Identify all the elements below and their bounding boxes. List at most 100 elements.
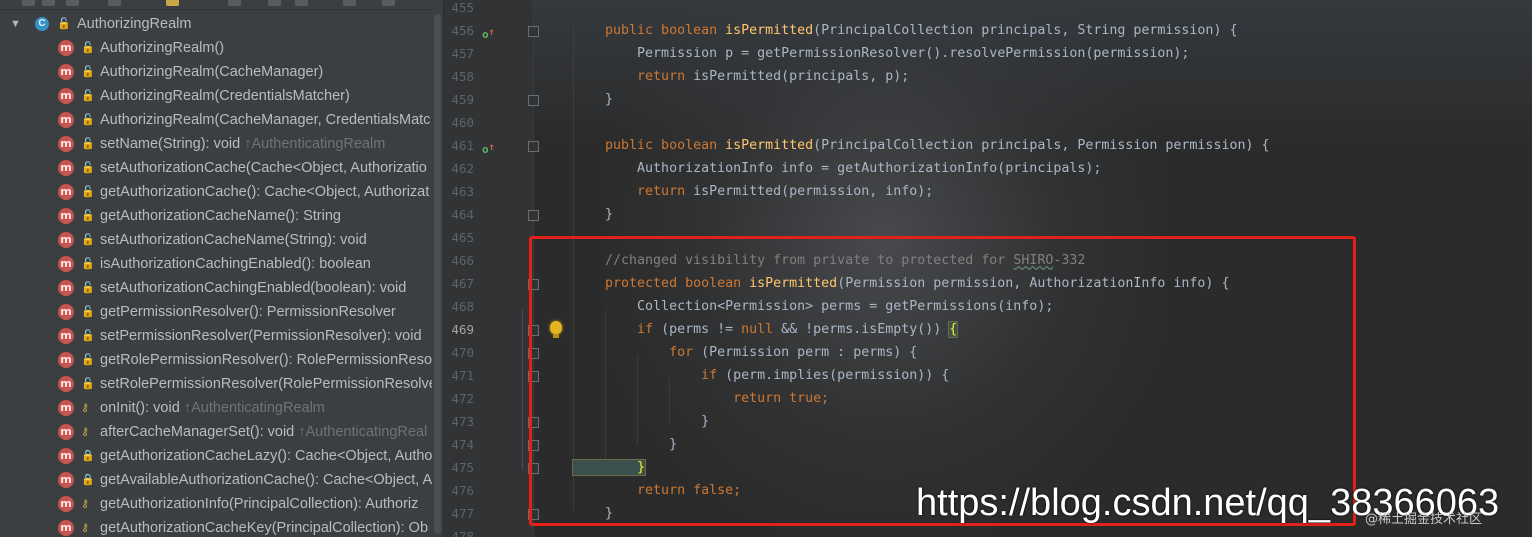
toolbar-button[interactable] bbox=[22, 0, 35, 6]
tree-item-method[interactable]: m 🔒 getAuthorizationCacheLazy(): Cache<Obj… bbox=[0, 444, 443, 468]
code-line[interactable]: 469 if (perms != null && !perms.isEmpty(… bbox=[444, 318, 1532, 341]
fold-marker-icon[interactable] bbox=[528, 26, 539, 37]
code-line[interactable]: 468 Collection<Permission> perms = getPe… bbox=[444, 295, 1532, 318]
method-icon: m bbox=[58, 400, 74, 416]
method-icon: m bbox=[58, 208, 74, 224]
method-signature-text: getAuthorizationInfo(PrincipalCollection… bbox=[100, 496, 419, 512]
tree-item-method[interactable]: m ⚷ getAuthorizationInfo(PrincipalCollecti… bbox=[0, 492, 443, 516]
fold-marker-icon[interactable] bbox=[528, 279, 539, 290]
code-token: (Permission perm : perms) { bbox=[701, 345, 918, 360]
line-number: 463 bbox=[451, 184, 474, 199]
fold-marker-icon[interactable] bbox=[528, 371, 539, 382]
line-number: 457 bbox=[451, 46, 474, 61]
toolbar-button[interactable] bbox=[382, 0, 395, 6]
toolbar-button[interactable] bbox=[66, 0, 79, 6]
code-line[interactable]: 471 if (perm.implies(permission)) { bbox=[444, 364, 1532, 387]
toolbar-button[interactable] bbox=[166, 0, 179, 6]
tree-item-method[interactable]: m 🔓 getAuthorizationCacheName(): String bbox=[0, 204, 443, 228]
code-line[interactable]: 456 o↑ public boolean isPermitted(Princip… bbox=[444, 19, 1532, 42]
tree-item-method[interactable]: m 🔓 AuthorizingRealm(CredentialsMatcher) bbox=[0, 84, 443, 108]
fold-marker-icon[interactable] bbox=[528, 509, 539, 520]
tree-item-method[interactable]: m 🔓 getRolePermissionResolver(): RolePermi… bbox=[0, 348, 443, 372]
tree-item-method[interactable]: m 🔓 AuthorizingRealm() bbox=[0, 36, 443, 60]
tree-item-method[interactable]: m 🔓 setAuthorizationCachingEnabled(boolean… bbox=[0, 276, 443, 300]
toolbar-button[interactable] bbox=[268, 0, 281, 6]
code-line[interactable]: 472 return true; bbox=[444, 387, 1532, 410]
tree-item-method[interactable]: m 🔓 setName(String): void ↑AuthenticatingR… bbox=[0, 132, 443, 156]
method-signature-text: getAuthorizationCacheLazy(): Cache<Objec… bbox=[100, 448, 433, 464]
code-line[interactable]: 459 } bbox=[444, 88, 1532, 111]
fold-marker-icon[interactable] bbox=[528, 440, 539, 451]
tree-item-method[interactable]: m 🔓 getPermissionResolver(): PermissionRes… bbox=[0, 300, 443, 324]
method-icon: m bbox=[58, 448, 74, 464]
tree-item-method[interactable]: m ⚷ afterCacheManagerSet(): void ↑Authenti… bbox=[0, 420, 443, 444]
code-line[interactable]: 461 o↑ public boolean isPermitted(Princip… bbox=[444, 134, 1532, 157]
code-line[interactable]: 463 return isPermitted(permission, info)… bbox=[444, 180, 1532, 203]
tree-item-method[interactable]: m 🔓 AuthorizingRealm(CacheManager, Credent… bbox=[0, 108, 443, 132]
fold-marker-icon[interactable] bbox=[528, 417, 539, 428]
tree-item-method[interactable]: m 🔓 setPermissionResolver(PermissionResolv… bbox=[0, 324, 443, 348]
tree-item-method[interactable]: m 🔒 getAvailableAuthorizationCache(): Cach… bbox=[0, 468, 443, 492]
code-token: } bbox=[573, 207, 614, 222]
structure-scrollbar-thumb[interactable] bbox=[434, 14, 441, 534]
code-line[interactable]: 455 bbox=[444, 0, 1532, 19]
tree-item-method[interactable]: m 🔓 setRolePermissionResolver(RolePermissi… bbox=[0, 372, 443, 396]
expand-arrow-icon[interactable]: ▼ bbox=[10, 12, 21, 36]
line-number: 458 bbox=[451, 69, 474, 84]
method-signature-text: setAuthorizationCache(Cache<Object, Auth… bbox=[100, 160, 427, 176]
code-line[interactable]: 473 } bbox=[444, 410, 1532, 433]
code-line[interactable]: 470 for (Permission perm : perms) { bbox=[444, 341, 1532, 364]
method-signature: AuthorizingRealm(CacheManager) bbox=[100, 60, 323, 84]
public-visibility-icon: 🔓 bbox=[81, 354, 95, 366]
tree-item-method[interactable]: m 🔓 AuthorizingRealm(CacheManager) bbox=[0, 60, 443, 84]
intention-bulb-icon[interactable] bbox=[550, 321, 562, 334]
code-line[interactable]: 458 return isPermitted(principals, p); bbox=[444, 65, 1532, 88]
code-line[interactable]: 460 bbox=[444, 111, 1532, 134]
line-number: 470 bbox=[451, 345, 474, 360]
code-line[interactable]: 466 //changed visibility from private to… bbox=[444, 249, 1532, 272]
code-token: } bbox=[573, 437, 678, 452]
method-signature: getPermissionResolver(): PermissionResol… bbox=[100, 300, 396, 324]
code-line[interactable]: 462 AuthorizationInfo info = getAuthoriz… bbox=[444, 157, 1532, 180]
method-signature-text: setPermissionResolver(PermissionResolver… bbox=[100, 328, 422, 344]
tree-item-method[interactable]: m 🔓 isAuthorizationCachingEnabled(): boole… bbox=[0, 252, 443, 276]
toolbar-button[interactable] bbox=[108, 0, 121, 6]
method-icon: m bbox=[58, 232, 74, 248]
code-line[interactable]: 457 Permission p = getPermissionResolver… bbox=[444, 42, 1532, 65]
public-visibility-icon: 🔓 bbox=[81, 186, 95, 198]
method-name-token: isPermitted bbox=[725, 23, 814, 38]
toolbar-button[interactable] bbox=[295, 0, 308, 6]
line-number: 455 bbox=[451, 0, 474, 15]
method-signature-text: AuthorizingRealm(CacheManager, Credentia… bbox=[100, 112, 431, 128]
fold-marker-icon[interactable] bbox=[528, 141, 539, 152]
keyword-token: public boolean bbox=[573, 138, 726, 153]
inherited-from-label: ↑AuthenticatingRealm bbox=[244, 136, 386, 152]
tree-item-method[interactable]: m ⚷ getAuthorizationCacheKey(PrincipalColl… bbox=[0, 516, 443, 537]
method-name-token: isPermitted bbox=[749, 276, 838, 291]
fold-marker-icon[interactable] bbox=[528, 463, 539, 474]
tree-item-method[interactable]: m 🔓 setAuthorizationCacheName(String): voi… bbox=[0, 228, 443, 252]
toolbar-button[interactable] bbox=[228, 0, 241, 6]
tree-item-method[interactable]: m ⚷ onInit(): void ↑AuthenticatingRealm bbox=[0, 396, 443, 420]
fold-marker-icon[interactable] bbox=[528, 210, 539, 221]
fold-marker-icon[interactable] bbox=[528, 95, 539, 106]
method-signature-text: setAuthorizationCacheName(String): void bbox=[100, 232, 367, 248]
toolbar-button[interactable] bbox=[42, 0, 55, 6]
method-signature: setAuthorizationCacheName(String): void bbox=[100, 228, 367, 252]
code-editor[interactable]: 455 456 o↑ public boolean isPermitted(Prin… bbox=[444, 0, 1532, 537]
code-line[interactable]: 465 bbox=[444, 226, 1532, 249]
keyword-token: if bbox=[573, 322, 662, 337]
tree-item-method[interactable]: m 🔓 setAuthorizationCache(Cache<Object, Au… bbox=[0, 156, 443, 180]
toolbar-button[interactable] bbox=[343, 0, 356, 6]
fold-marker-icon[interactable] bbox=[528, 325, 539, 336]
method-signature: getAuthorizationInfo(PrincipalCollection… bbox=[100, 492, 418, 516]
tree-root-class[interactable]: ▼ C 🔓 AuthorizingRealm bbox=[0, 12, 443, 36]
code-line[interactable]: 464 } bbox=[444, 203, 1532, 226]
code-line[interactable]: 474 } bbox=[444, 433, 1532, 456]
code-token: isPermitted(principals, p); bbox=[693, 69, 910, 84]
fold-marker-icon[interactable] bbox=[528, 348, 539, 359]
tree-item-method[interactable]: m 🔓 getAuthorizationCache(): Cache<Object,… bbox=[0, 180, 443, 204]
code-line[interactable]: 467 protected boolean isPermitted(Permis… bbox=[444, 272, 1532, 295]
code-line[interactable]: 475 } bbox=[444, 456, 1532, 479]
method-signature: onInit(): void ↑AuthenticatingRealm bbox=[100, 396, 325, 420]
